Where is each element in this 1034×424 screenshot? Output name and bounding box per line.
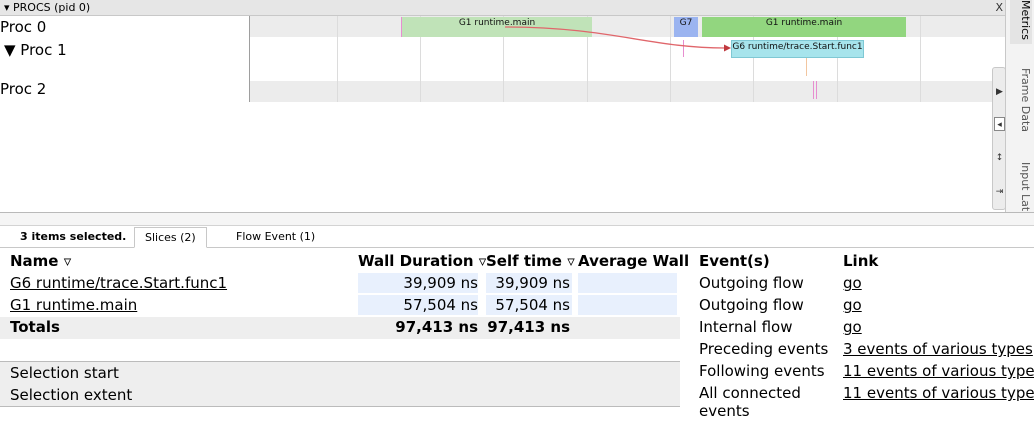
gridline: [920, 16, 921, 102]
totals-wall-duration: 97,413 ns: [395, 318, 478, 336]
track-bg-proc-2: [250, 81, 1005, 102]
wall-duration-value: 57,504 ns: [403, 296, 478, 314]
average-wall-bar: [578, 295, 677, 315]
side-panel: Metrics Frame Data Input Lat: [1005, 0, 1034, 212]
wall-duration-value: 39,909 ns: [403, 274, 478, 292]
track-label-proc-2[interactable]: Proc 2: [0, 80, 46, 98]
timing-icon[interactable]: ⇥: [994, 185, 1005, 199]
column-header-wall-duration[interactable]: Wall Duration ▿: [358, 252, 486, 270]
slice-name-link[interactable]: G6 runtime/trace.Start.func1: [10, 274, 227, 292]
gridline: [337, 16, 338, 102]
selection-summary: 3 items selected.: [20, 230, 127, 243]
slice-g6-trace-start-func1[interactable]: G6 runtime/trace.Start.func1: [731, 40, 864, 58]
side-tab-frame-data[interactable]: Frame Data: [1010, 68, 1032, 138]
flow-event-label: Preceding events: [699, 340, 829, 358]
event-marker[interactable]: [816, 81, 817, 99]
flow-event-link[interactable]: go: [843, 296, 862, 314]
column-header-self-time[interactable]: Self time ▿: [486, 252, 575, 270]
analysis-panel: 3 items selected. Slices (2) Flow Event …: [0, 226, 1034, 424]
flow-event-label: Internal flow: [699, 318, 793, 336]
selection-extent-label: Selection extent: [10, 386, 133, 404]
timeline-view: ▾ PROCS (pid 0) X Proc 0 ▼ Proc 1 Proc 2…: [0, 0, 1006, 212]
play-icon[interactable]: ▶: [994, 85, 1005, 99]
side-tab-metrics[interactable]: Metrics: [1010, 0, 1032, 44]
track-label-proc-1[interactable]: ▼ Proc 1: [4, 41, 67, 59]
process-header[interactable]: ▾ PROCS (pid 0) X: [0, 0, 1005, 16]
event-marker[interactable]: [683, 40, 684, 57]
totals-row: [0, 317, 680, 339]
flow-event-link[interactable]: go: [843, 274, 862, 292]
track-label-proc-0[interactable]: Proc 0: [0, 18, 46, 36]
self-time-value: 39,909 ns: [495, 274, 570, 292]
flow-event-label: Following events: [699, 362, 825, 380]
trace-viewer: ▾ PROCS (pid 0) X Proc 0 ▼ Proc 1 Proc 2…: [0, 0, 1034, 424]
flow-event-label: Outgoing flow: [699, 296, 804, 314]
slice-name-link[interactable]: G1 runtime.main: [10, 296, 137, 314]
slice-g1-runtime-main-selected[interactable]: G1 runtime.main: [702, 17, 906, 37]
totals-label: Totals: [10, 318, 60, 336]
process-header-label: ▾ PROCS (pid 0): [4, 1, 91, 14]
column-header-events: Event(s): [699, 252, 770, 270]
slice-g7[interactable]: G7: [674, 17, 698, 37]
flow-event-link[interactable]: 11 events of various types: [843, 384, 1034, 402]
flow-event-link[interactable]: 11 events of various types: [843, 362, 1034, 380]
column-header-name[interactable]: Name ▿: [10, 252, 71, 270]
self-time-value: 57,504 ns: [495, 296, 570, 314]
selection-start-label: Selection start: [10, 364, 119, 382]
side-tab-input-latency[interactable]: Input Lat: [1010, 162, 1032, 212]
tab-flow-event[interactable]: Flow Event (1): [226, 227, 325, 248]
event-marker[interactable]: [813, 81, 814, 99]
slice-g1-runtime-main[interactable]: G1 runtime.main: [402, 17, 592, 37]
analysis-tabbar: 3 items selected. Slices (2) Flow Event …: [0, 226, 1034, 248]
flow-event-label: All connected events: [699, 384, 801, 420]
tab-slices[interactable]: Slices (2): [134, 227, 207, 248]
column-header-average-wall[interactable]: Average Wall: [578, 252, 689, 270]
zoom-icon[interactable]: ↕: [994, 151, 1005, 165]
track-bg-proc-1: [250, 37, 1005, 81]
track-labels: Proc 0 ▼ Proc 1 Proc 2: [0, 16, 250, 102]
event-marker[interactable]: [806, 58, 807, 76]
flow-event-label: Outgoing flow: [699, 274, 804, 292]
totals-self-time: 97,413 ns: [487, 318, 570, 336]
gridline: [670, 16, 671, 102]
event-marker[interactable]: [401, 17, 402, 37]
average-wall-bar: [578, 273, 677, 293]
column-header-link: Link: [843, 252, 879, 270]
flow-event-link[interactable]: go: [843, 318, 862, 336]
panel-splitter[interactable]: [0, 212, 1034, 226]
close-icon[interactable]: X: [995, 0, 1003, 16]
pan-icon[interactable]: ◂: [994, 117, 1005, 131]
flow-event-link[interactable]: 3 events of various types: [843, 340, 1033, 358]
view-controls: ▶ ◂ ↕ ⇥: [992, 67, 1006, 210]
